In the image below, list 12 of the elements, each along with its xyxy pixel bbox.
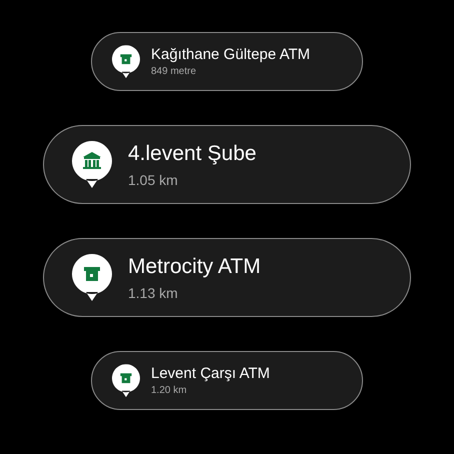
location-name: Kağıthane Gültepe ATM [151,46,310,63]
location-card[interactable]: Metrocity ATM 1.13 km [43,238,411,317]
location-card[interactable]: Levent Çarşı ATM 1.20 km [91,351,363,410]
location-distance: 1.05 km [128,172,179,188]
location-name: Levent Çarşı ATM [151,365,270,382]
location-distance: 1.20 km [151,385,188,396]
location-distance: 1.13 km [128,284,179,300]
location-card[interactable]: Kağıthane Gültepe ATM 849 metre [91,32,363,91]
location-name: 4.levent Şube [128,142,256,166]
location-card[interactable]: 4.levent Şube 1.05 km [43,125,411,204]
location-name: Metrocity ATM [128,254,261,278]
location-distance: 849 metre [151,66,198,77]
